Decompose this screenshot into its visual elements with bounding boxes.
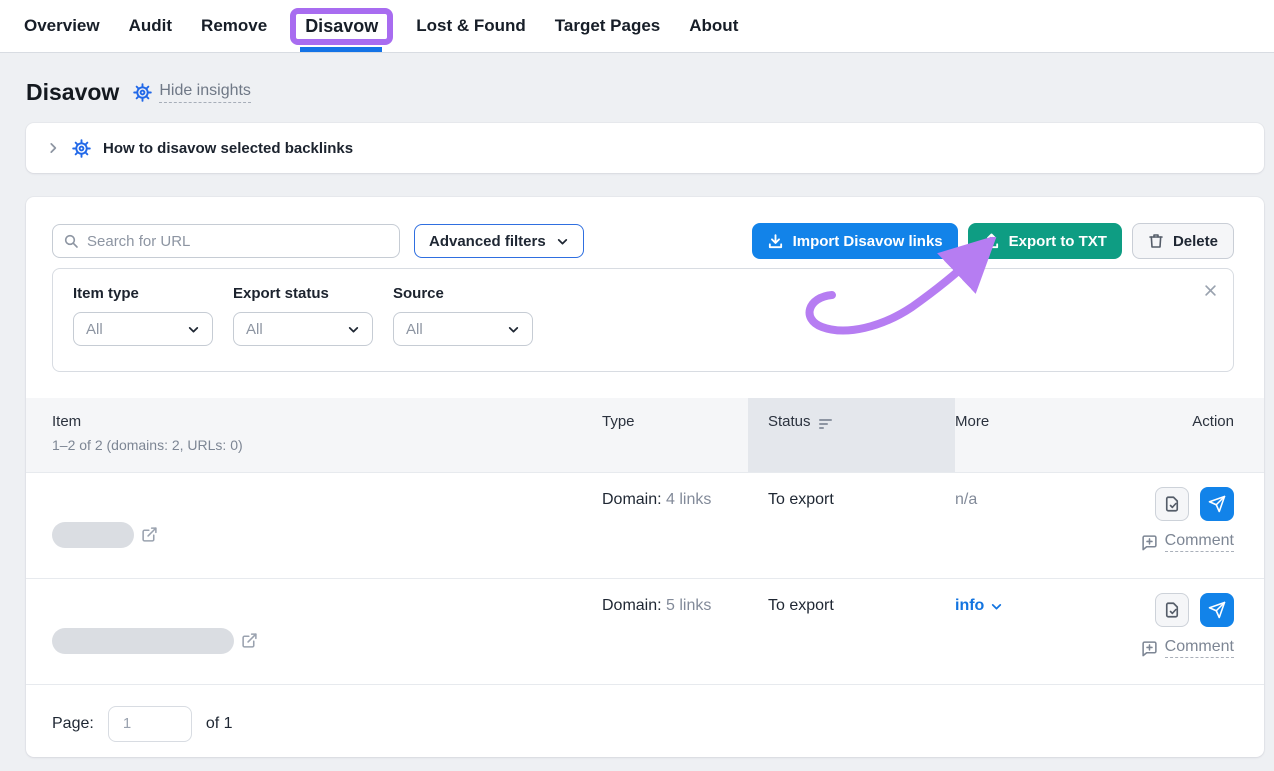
redacted-domain <box>52 522 134 548</box>
comment-link[interactable]: Comment <box>1141 638 1234 658</box>
comment-link[interactable]: Comment <box>1141 532 1234 552</box>
howto-expander[interactable]: How to disavow selected backlinks <box>26 123 1264 173</box>
chevron-down-icon <box>556 235 569 248</box>
status-value: To export <box>768 597 955 684</box>
gear-icon <box>72 139 91 158</box>
top-nav: Overview Audit Remove Disavow Lost & Fou… <box>0 0 1274 53</box>
chevron-down-icon <box>507 323 520 336</box>
search-input[interactable] <box>87 233 389 250</box>
type-label: Domain: <box>602 491 662 508</box>
paper-plane-icon <box>1208 601 1226 619</box>
gear-icon <box>133 83 152 102</box>
paper-plane-icon <box>1208 495 1226 513</box>
item-type-select[interactable]: All <box>73 312 213 346</box>
close-icon <box>1203 283 1218 298</box>
status-header-label: Status <box>768 413 811 430</box>
download-icon <box>767 233 784 250</box>
hide-insights-link[interactable]: Hide insights <box>133 82 251 103</box>
tab-audit[interactable]: Audit <box>129 16 172 36</box>
export-status-select[interactable]: All <box>233 312 373 346</box>
source-value: All <box>406 321 423 338</box>
comment-plus-icon <box>1141 534 1158 551</box>
disavow-panel: Advanced filters Import Disavow links Ex… <box>26 197 1264 757</box>
tab-about[interactable]: About <box>689 16 738 36</box>
type-label: Domain: <box>602 597 662 614</box>
delete-button[interactable]: Delete <box>1132 223 1234 259</box>
comment-label: Comment <box>1165 638 1234 658</box>
import-disavow-links-label: Import Disavow links <box>793 233 943 250</box>
import-disavow-links-button[interactable]: Import Disavow links <box>752 223 958 259</box>
chevron-down-icon <box>990 600 1003 613</box>
column-header-more: More <box>955 398 1120 472</box>
filter-label-source: Source <box>393 285 533 302</box>
info-dropdown[interactable]: info <box>955 597 1120 615</box>
howto-label: How to disavow selected backlinks <box>103 140 353 157</box>
search-input-wrapper <box>52 224 400 258</box>
comment-plus-icon <box>1141 640 1158 657</box>
source-select[interactable]: All <box>393 312 533 346</box>
column-header-status[interactable]: Status <box>748 398 955 472</box>
tab-lost-and-found[interactable]: Lost & Found <box>416 16 526 36</box>
table-row: Domain: 4 links To export n/a Comment <box>26 472 1264 578</box>
tab-remove[interactable]: Remove <box>201 16 267 36</box>
column-header-type: Type <box>602 398 768 472</box>
page-label: Page: <box>52 715 94 733</box>
page-of-label: of 1 <box>206 715 233 733</box>
add-to-disavow-file-button[interactable] <box>1155 487 1189 521</box>
document-check-icon <box>1163 495 1181 513</box>
table-row: Domain: 5 links To export info <box>26 578 1264 684</box>
delete-label: Delete <box>1173 233 1218 250</box>
external-link-icon[interactable] <box>241 632 258 649</box>
tab-overview[interactable]: Overview <box>24 16 100 36</box>
annotation-highlight-box: Disavow <box>290 8 393 45</box>
sort-icon <box>819 419 832 429</box>
send-button[interactable] <box>1200 593 1234 627</box>
more-value: n/a <box>955 491 1120 578</box>
add-to-disavow-file-button[interactable] <box>1155 593 1189 627</box>
export-to-txt-label: Export to TXT <box>1009 233 1107 250</box>
pagination: Page: of 1 <box>26 684 1264 762</box>
type-links-count[interactable]: 4 links <box>666 491 711 508</box>
page-title: Disavow <box>26 79 119 106</box>
close-filter-panel-button[interactable] <box>1201 281 1219 299</box>
filter-panel: Item type All Export status All Source A… <box>52 268 1234 372</box>
external-link-icon[interactable] <box>141 526 158 543</box>
column-header-item: Item <box>52 413 602 430</box>
chevron-down-icon <box>347 323 360 336</box>
filter-label-export-status: Export status <box>233 285 373 302</box>
filter-label-item-type: Item type <box>73 285 213 302</box>
redacted-domain <box>52 628 234 654</box>
tab-disavow[interactable]: Disavow <box>305 16 378 36</box>
upload-icon <box>983 233 1000 250</box>
type-links-count[interactable]: 5 links <box>666 597 711 614</box>
chevron-right-icon <box>46 141 60 155</box>
export-to-txt-button[interactable]: Export to TXT <box>968 223 1122 259</box>
item-type-value: All <box>86 321 103 338</box>
document-check-icon <box>1163 601 1181 619</box>
advanced-filters-label: Advanced filters <box>429 233 546 250</box>
search-icon <box>63 233 79 249</box>
send-button[interactable] <box>1200 487 1234 521</box>
hide-insights-label: Hide insights <box>159 82 251 103</box>
active-tab-underline <box>300 47 382 52</box>
advanced-filters-button[interactable]: Advanced filters <box>414 224 584 258</box>
trash-icon <box>1148 233 1164 249</box>
chevron-down-icon <box>187 323 200 336</box>
info-label: info <box>955 597 984 615</box>
table-header: Item 1–2 of 2 (domains: 2, URLs: 0) Type… <box>26 398 1264 472</box>
export-status-value: All <box>246 321 263 338</box>
status-value: To export <box>768 491 955 578</box>
column-header-action: Action <box>1120 398 1234 472</box>
tab-target-pages[interactable]: Target Pages <box>555 16 661 36</box>
page-number-input[interactable] <box>108 706 192 742</box>
comment-label: Comment <box>1165 532 1234 552</box>
item-count-subtext: 1–2 of 2 (domains: 2, URLs: 0) <box>52 437 602 453</box>
